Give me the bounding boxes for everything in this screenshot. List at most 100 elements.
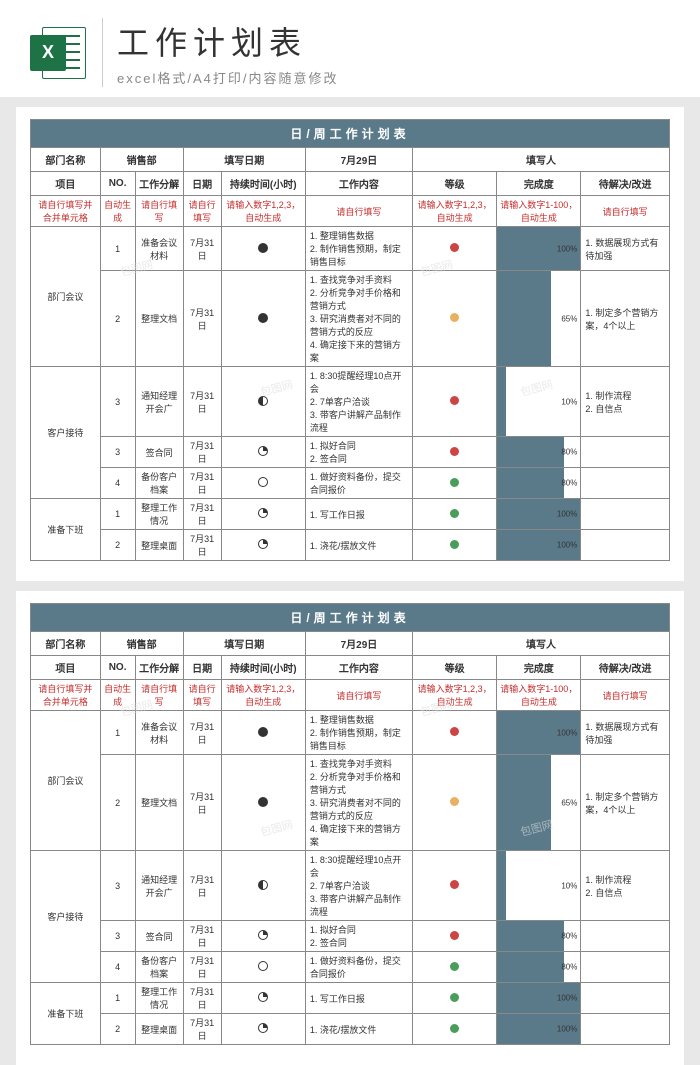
note-cell: [581, 499, 670, 530]
table-row: 部门会议1准备会议材料7月31日1. 整理销售数据2. 制作销售预期，制定销售目…: [31, 711, 670, 755]
duration-cell: [221, 227, 305, 271]
level-cell: [412, 499, 496, 530]
duration-cell: [221, 952, 305, 983]
phase-icon: [258, 797, 268, 807]
hint-cell: 请自行填写: [581, 196, 670, 227]
dept-value: 销售部: [100, 148, 183, 172]
table-row: 客户接待3通知经理开会广7月31日1. 8:30提醒经理10点开会2. 7单客户…: [31, 367, 670, 437]
note-cell: 1. 数据展现方式有待加强: [581, 227, 670, 271]
row-no: 2: [100, 1014, 135, 1045]
level-dot-icon: [450, 962, 459, 971]
phase-icon: [258, 930, 268, 940]
note-cell: [581, 468, 670, 499]
date-cell: 7月31日: [183, 530, 221, 561]
col-header: 项目: [31, 656, 101, 680]
task-cell: 整理桌面: [135, 1014, 183, 1045]
date-cell: 7月31日: [183, 711, 221, 755]
progress-cell: 100%: [497, 499, 581, 530]
level-dot-icon: [450, 478, 459, 487]
duration-cell: [221, 711, 305, 755]
date-cell: 7月31日: [183, 1014, 221, 1045]
col-header: 待解决/改进: [581, 172, 670, 196]
note-cell: [581, 983, 670, 1014]
col-header: 工作内容: [305, 656, 412, 680]
row-no: 1: [100, 983, 135, 1014]
task-cell: 通知经理开会广: [135, 367, 183, 437]
date-cell: 7月31日: [183, 499, 221, 530]
level-dot-icon: [450, 993, 459, 1002]
content-cell: 1. 拟好合同2. 签合同: [305, 437, 412, 468]
table-row: 2整理文档7月31日1. 查找竞争对手资料2. 分析竞争对手价格和营销方式3. …: [31, 755, 670, 851]
duration-cell: [221, 530, 305, 561]
task-cell: 备份客户档案: [135, 468, 183, 499]
phase-icon: [258, 508, 268, 518]
group-name: 客户接待: [31, 851, 101, 983]
hint-cell: 请自行填写: [305, 196, 412, 227]
level-cell: [412, 983, 496, 1014]
progress-cell: 80%: [497, 468, 581, 499]
note-cell: [581, 437, 670, 468]
group-name: 准备下班: [31, 983, 101, 1045]
col-header: 等级: [412, 172, 496, 196]
hint-cell: 请自行填写: [581, 680, 670, 711]
progress-cell: 100%: [497, 1014, 581, 1045]
level-cell: [412, 952, 496, 983]
task-cell: 整理文档: [135, 271, 183, 367]
level-dot-icon: [450, 880, 459, 889]
level-dot-icon: [450, 797, 459, 806]
row-no: 3: [100, 851, 135, 921]
col-header: 工作分解: [135, 172, 183, 196]
hint-cell: 请自行填写: [183, 196, 221, 227]
hint-cell: 请自行填写: [135, 196, 183, 227]
hint-cell: 请自行填写: [135, 680, 183, 711]
row-no: 1: [100, 711, 135, 755]
table-row: 3签合同7月31日1. 拟好合同2. 签合同80%: [31, 921, 670, 952]
dept-label: 部门名称: [31, 148, 101, 172]
level-dot-icon: [450, 1024, 459, 1033]
phase-icon: [258, 880, 268, 890]
group-name: 准备下班: [31, 499, 101, 561]
phase-icon: [258, 961, 268, 971]
level-dot-icon: [450, 447, 459, 456]
table-row: 部门会议1准备会议材料7月31日1. 整理销售数据2. 制作销售预期，制定销售目…: [31, 227, 670, 271]
note-cell: 1. 制作流程2. 自信点: [581, 367, 670, 437]
level-cell: [412, 921, 496, 952]
duration-cell: [221, 271, 305, 367]
phase-icon: [258, 313, 268, 323]
task-cell: 整理桌面: [135, 530, 183, 561]
progress-cell: 100%: [497, 530, 581, 561]
progress-cell: 80%: [497, 921, 581, 952]
table-title: 日/周工作计划表: [31, 120, 670, 148]
col-header: 日期: [183, 172, 221, 196]
hint-cell: 请自行填写: [305, 680, 412, 711]
duration-cell: [221, 437, 305, 468]
hint-cell: 请输入数字1,2,3，自动生成: [221, 196, 305, 227]
dept-label: 部门名称: [31, 632, 101, 656]
page-header: X 工作计划表 excel格式/A4打印/内容随意修改: [0, 0, 700, 97]
hint-cell: 自动生成: [100, 196, 135, 227]
level-cell: [412, 530, 496, 561]
table-row: 2整理文档7月31日1. 查找竞争对手资料2. 分析竞争对手价格和营销方式3. …: [31, 271, 670, 367]
content-cell: 1. 查找竞争对手资料2. 分析竞争对手价格和营销方式3. 研究消费者对不同的营…: [305, 271, 412, 367]
col-header: 工作分解: [135, 656, 183, 680]
task-cell: 通知经理开会广: [135, 851, 183, 921]
content-cell: 1. 整理销售数据2. 制作销售预期，制定销售目标: [305, 227, 412, 271]
duration-cell: [221, 755, 305, 851]
phase-icon: [258, 243, 268, 253]
hint-cell: 请自行填写并合并单元格: [31, 680, 101, 711]
row-no: 3: [100, 437, 135, 468]
level-cell: [412, 271, 496, 367]
level-cell: [412, 468, 496, 499]
group-name: 部门会议: [31, 227, 101, 367]
level-cell: [412, 711, 496, 755]
phase-icon: [258, 446, 268, 456]
task-cell: 整理文档: [135, 755, 183, 851]
duration-cell: [221, 1014, 305, 1045]
content-cell: 1. 查找竞争对手资料2. 分析竞争对手价格和营销方式3. 研究消费者对不同的营…: [305, 755, 412, 851]
col-header: 项目: [31, 172, 101, 196]
col-header: 持续时间(小时): [221, 656, 305, 680]
level-dot-icon: [450, 313, 459, 322]
task-cell: 签合同: [135, 921, 183, 952]
duration-cell: [221, 851, 305, 921]
table-title: 日/周工作计划表: [31, 604, 670, 632]
